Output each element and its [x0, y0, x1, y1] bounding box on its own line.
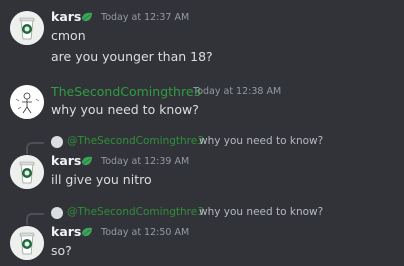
timestamp: Today at 12:39 AM — [101, 156, 190, 167]
starbucks-cup-avatar-icon — [10, 11, 44, 45]
sketch-avatar-icon — [10, 85, 44, 119]
reply-preview[interactable]: why you need to know? — [199, 206, 323, 218]
message-text: are you younger than 18? — [51, 49, 213, 64]
kars-avatar[interactable] — [10, 11, 44, 45]
timestamp: Today at 12:50 AM — [101, 227, 190, 238]
author-name[interactable]: kars — [51, 224, 81, 239]
reply-mention[interactable]: @TheSecondComingthre3 — [67, 135, 204, 147]
reply-mention[interactable]: @TheSecondComingthre3 — [67, 206, 204, 218]
reply-avatar-icon — [51, 136, 63, 148]
thesecondcomingthre3-avatar[interactable] — [10, 85, 44, 119]
message-text: cmon — [51, 28, 86, 43]
timestamp: Today at 12:38 AM — [193, 86, 282, 97]
reply-avatar-icon — [51, 207, 63, 219]
kars-avatar[interactable] — [10, 155, 44, 189]
reply-preview[interactable]: why you need to know? — [199, 135, 323, 147]
timestamp: Today at 12:37 AM — [101, 12, 190, 23]
starbucks-cup-avatar-icon — [10, 155, 44, 189]
starbucks-cup-avatar-icon — [10, 226, 44, 260]
reply-connector — [26, 142, 44, 154]
green-leaf-badge-icon — [82, 12, 92, 22]
green-leaf-badge-icon — [82, 227, 92, 237]
kars-avatar[interactable] — [10, 226, 44, 260]
author-name[interactable]: kars — [51, 153, 81, 168]
green-leaf-badge-icon — [82, 156, 92, 166]
message-text: ill give you nitro — [51, 172, 152, 187]
author-name[interactable]: kars — [51, 9, 81, 24]
reply-connector — [26, 213, 44, 225]
message-text: so? — [51, 243, 72, 258]
message-text: why you need to know? — [51, 102, 199, 117]
author-name[interactable]: TheSecondComingthre3 — [51, 84, 201, 99]
